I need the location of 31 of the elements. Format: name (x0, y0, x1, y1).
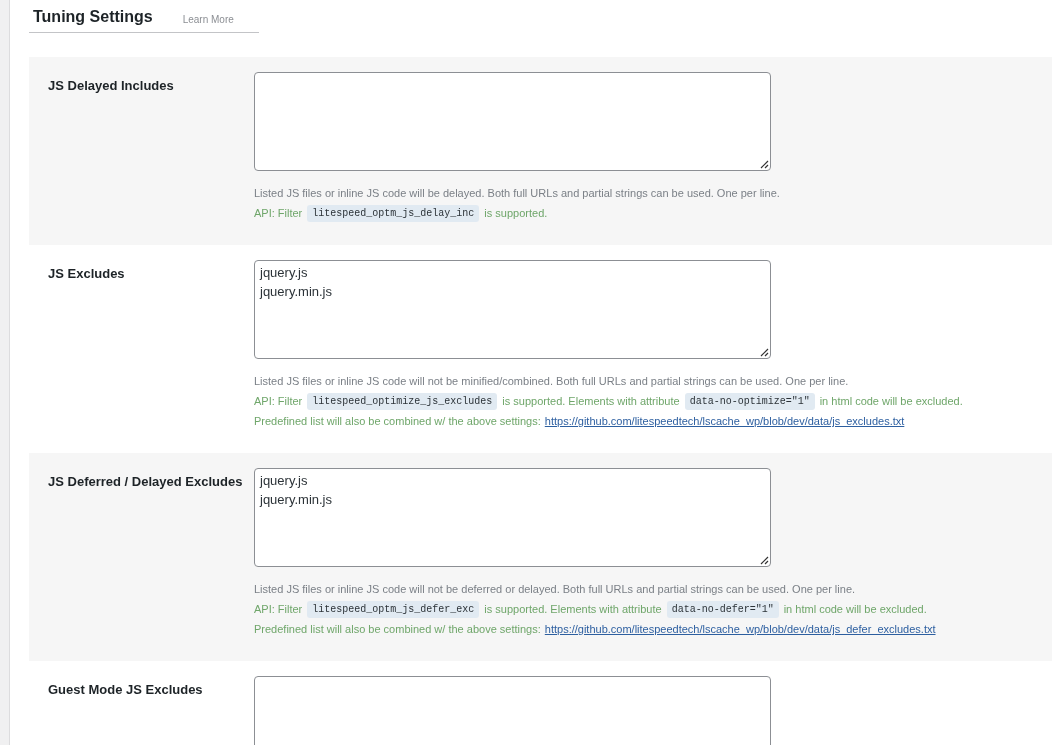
setting-label: JS Delayed Includes (47, 77, 175, 95)
resize-handle-icon[interactable] (760, 160, 769, 169)
api-text: is supported. (484, 206, 548, 221)
api-text: API: Filter (254, 602, 303, 617)
setting-label: Guest Mode JS Excludes (47, 681, 204, 699)
code-snippet: litespeed_optimize_js_excludes (307, 392, 498, 410)
api-text: in html code will be excluded. (783, 602, 927, 617)
textarea-field[interactable] (254, 72, 771, 171)
description-text: Listed JS files or inline JS code will not be deferred or delayed. Both full URLs and partial strings can be used. One per line. (254, 582, 857, 597)
api-text: in html code will be excluded. (819, 394, 963, 409)
code-snippet: data-no-defer="1" (666, 600, 779, 618)
code-snippet: data-no-optimize="1" (684, 392, 815, 410)
setting-label: JS Deferred / Delayed Excludes (47, 473, 244, 491)
textarea-field[interactable]: jquery.js jquery.min.js (254, 260, 771, 359)
api-text: is supported. Elements with attribute (502, 394, 680, 409)
description-text: Listed JS files or inline JS code will not be minified/combined. Both full URLs and partial strings can be used. One per line. (254, 374, 850, 389)
section-title: Tuning Settings (33, 7, 153, 27)
api-text: API: Filter (254, 394, 303, 409)
code-snippet: litespeed_optm_js_defer_exc (307, 600, 480, 618)
description-text: Listed JS files or inline JS code will be delayed. Both full URLs and partial strings can be used. One per line. (254, 186, 780, 201)
api-text: is supported. Elements with attribute (484, 602, 662, 617)
textarea-field[interactable]: jquery.js jquery.min.js (254, 468, 771, 567)
resize-handle-icon[interactable] (760, 348, 769, 357)
github-link[interactable]: https://github.com/litespeedtech/lscache_wp/blob/dev/data/js_defer_excludes.txt (544, 619, 936, 639)
resize-handle-icon[interactable] (760, 556, 769, 565)
predefined-text: Predefined list will also be combined w/ the above settings: (254, 622, 541, 637)
code-snippet: litespeed_optm_js_delay_inc (307, 204, 480, 222)
api-text: API: Filter (254, 206, 303, 221)
setting-label: JS Excludes (47, 265, 126, 283)
predefined-text: Predefined list will also be combined w/ the above settings: (254, 414, 541, 429)
github-link[interactable]: https://github.com/litespeedtech/lscache_wp/blob/dev/data/js_excludes.txt (544, 411, 905, 431)
